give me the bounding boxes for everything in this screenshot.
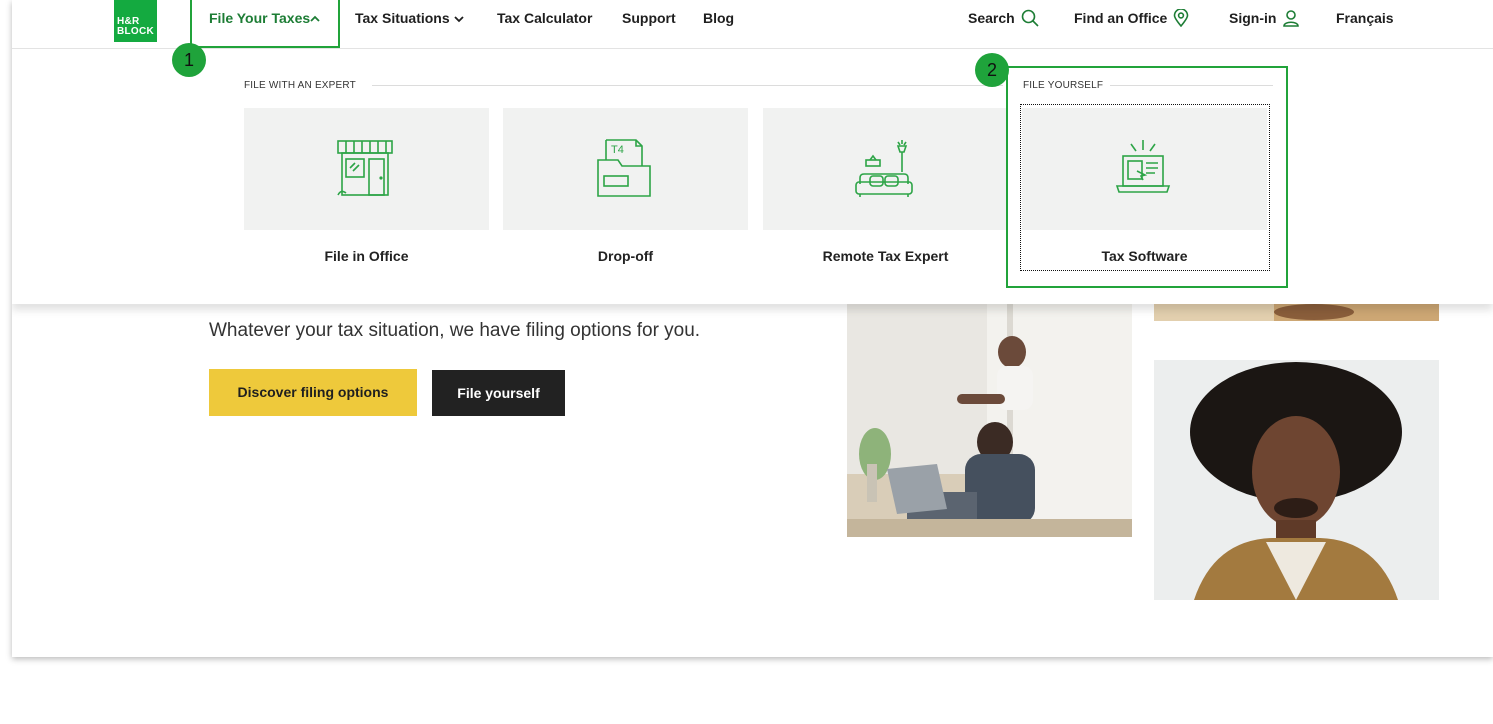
language-toggle[interactable]: Français: [1336, 0, 1394, 36]
file-yourself-button[interactable]: File yourself: [432, 370, 565, 416]
couch-lamp-icon: [855, 140, 913, 197]
location-pin-icon: [1174, 8, 1189, 28]
t4-folder-icon: T4: [597, 139, 651, 197]
sign-in-link[interactable]: Sign-in: [1229, 0, 1300, 36]
chevron-up-icon: [310, 10, 320, 26]
nav-item-tax-situations[interactable]: Tax Situations: [355, 0, 464, 36]
step-marker-1: 1: [172, 43, 206, 77]
sign-in-label: Sign-in: [1229, 10, 1277, 26]
card-title: File in Office: [324, 248, 409, 264]
card-title: Drop-off: [597, 248, 654, 264]
nav-label: File Your Taxes: [209, 10, 311, 26]
browser-frame: Whatever your tax situation, we have fil…: [12, 0, 1493, 657]
card-tile: [763, 108, 1008, 230]
step-marker-2: 2: [975, 53, 1009, 87]
search-link[interactable]: Search: [968, 0, 1039, 36]
file-your-taxes-highlight[interactable]: File Your Taxes: [190, 0, 340, 48]
nav-label: Tax Situations: [355, 10, 450, 26]
top-navigation: H&R BLOCK File Your Taxes Tax Situations…: [12, 0, 1493, 49]
card-title: Remote Tax Expert: [822, 248, 949, 264]
search-icon: [1021, 9, 1039, 27]
remote-tax-expert-card[interactable]: Remote Tax Expert: [763, 108, 1008, 276]
hero-tagline: Whatever your tax situation, we have fil…: [209, 320, 701, 341]
card-tile: T4: [503, 108, 748, 230]
storefront-icon: [337, 140, 393, 196]
nav-item-blog[interactable]: Blog: [703, 0, 734, 36]
search-label: Search: [968, 10, 1015, 26]
find-office-label: Find an Office: [1074, 10, 1168, 26]
family-photo: [847, 304, 1132, 537]
file-with-expert-heading: FILE WITH AN EXPERT: [244, 80, 356, 91]
t4-label: T4: [611, 144, 624, 156]
file-in-office-card[interactable]: File in Office: [244, 108, 489, 276]
hr-block-logo[interactable]: H&R BLOCK: [114, 0, 157, 42]
drop-off-card[interactable]: T4 Drop-off: [503, 108, 748, 276]
nav-item-support[interactable]: Support: [622, 0, 676, 36]
portrait-photo: [1154, 360, 1439, 600]
nav-item-file-your-taxes[interactable]: File Your Taxes: [209, 0, 320, 36]
user-icon: [1283, 9, 1300, 27]
file-your-taxes-menu: FILE WITH AN EXPERT FILE YOURSELF File i…: [12, 49, 1493, 304]
focus-outline: [1020, 104, 1270, 271]
divider: [372, 85, 1003, 86]
find-office-link[interactable]: Find an Office: [1074, 0, 1189, 36]
card-tile: [244, 108, 489, 230]
chevron-down-icon: [454, 0, 464, 36]
nav-item-tax-calculator[interactable]: Tax Calculator: [497, 0, 592, 36]
discover-filing-options-button[interactable]: Discover filing options: [209, 369, 417, 416]
